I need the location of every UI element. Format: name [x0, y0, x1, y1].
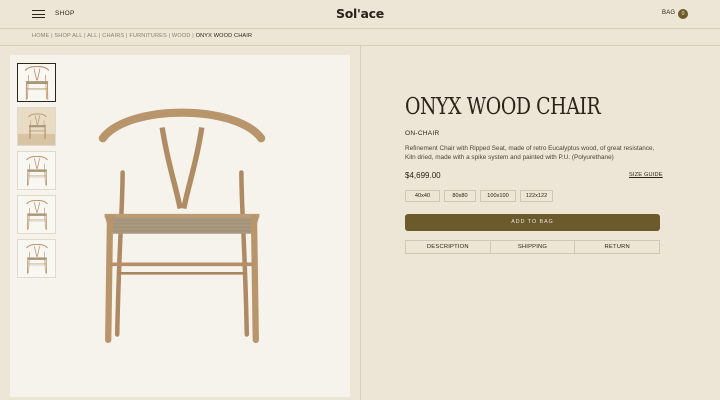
size-guide-link[interactable]: SIZE GUIDE: [629, 172, 663, 178]
hamburger-menu-icon[interactable]: [32, 10, 45, 18]
thumbnail-angle[interactable]: [17, 151, 56, 190]
thumbnail-room[interactable]: [17, 107, 56, 146]
breadcrumb-all[interactable]: ALL: [87, 33, 97, 39]
product-info-tabs: DESCRIPTION SHIPPING RETURN: [405, 240, 660, 254]
product-gallery: [10, 55, 350, 397]
thumbnail-front[interactable]: [17, 63, 56, 102]
shop-link[interactable]: SHOP: [55, 10, 75, 17]
size-option-40x40[interactable]: 40x40: [405, 190, 440, 202]
thumbnail-side[interactable]: [17, 195, 56, 234]
bag-count-badge[interactable]: 0: [678, 9, 688, 19]
room-thumbnail-image: [18, 108, 55, 145]
tab-shipping[interactable]: SHIPPING: [489, 241, 575, 253]
site-logo[interactable]: Sol'ace: [336, 6, 384, 21]
breadcrumb-furnitures[interactable]: FURNITURES: [129, 33, 167, 39]
breadcrumb-chairs[interactable]: CHAIRS: [102, 33, 124, 39]
thumbnail-back[interactable]: [17, 239, 56, 278]
breadcrumb-home[interactable]: HOME: [32, 33, 49, 39]
product-brand: ON-CHAIR: [405, 130, 440, 137]
chair-back-thumbnail-image: [25, 243, 48, 274]
bag-link[interactable]: BAG: [662, 10, 675, 16]
size-option-100x100[interactable]: 100x100: [480, 190, 516, 202]
add-to-bag-button[interactable]: ADD TO BAG: [405, 214, 660, 231]
site-header: SHOP Sol'ace BAG 0: [0, 0, 720, 28]
product-price: $4,699.00: [405, 171, 441, 180]
breadcrumb-current: ONYX WOOD CHAIR: [195, 33, 253, 39]
breadcrumb-wood[interactable]: WOOD: [172, 33, 191, 39]
chair-angle-thumbnail-image: [25, 155, 48, 186]
chair-thumbnail-image: [24, 65, 49, 100]
main-product-image: [92, 99, 272, 354]
breadcrumb-shop-all[interactable]: SHOP ALL: [54, 33, 82, 39]
size-option-122x122[interactable]: 122x122: [520, 190, 553, 202]
tab-description[interactable]: DESCRIPTION: [406, 241, 490, 253]
panel-divider: [360, 45, 361, 400]
size-option-80x80[interactable]: 80x80: [444, 190, 476, 202]
product-title: ONYX WOOD CHAIR: [405, 94, 601, 120]
header-divider: [0, 28, 720, 29]
chair-side-thumbnail-image: [25, 199, 48, 230]
tab-return[interactable]: RETURN: [574, 241, 659, 253]
product-description: Refinement Chair with Ripped Seat, made …: [405, 145, 655, 162]
breadcrumb: HOME | SHOP ALL | ALL | CHAIRS | FURNITU…: [32, 33, 252, 39]
